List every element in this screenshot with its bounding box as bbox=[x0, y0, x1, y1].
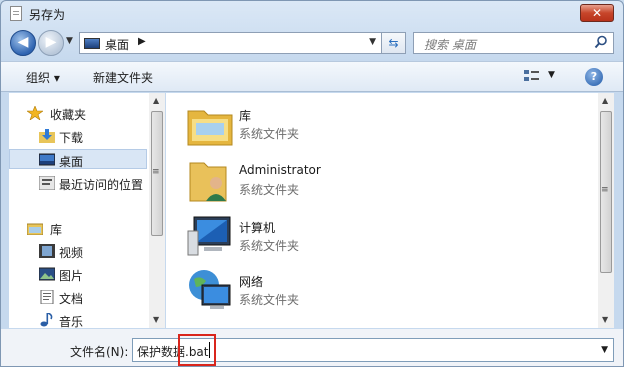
sidebar-item-music[interactable]: 音乐 bbox=[9, 310, 149, 330]
network-icon bbox=[189, 270, 231, 309]
computer-icon bbox=[187, 216, 231, 256]
save-as-dialog: 另存为 ✕ ◀ ▶ ▼ 桌面 ▶ ▼ ⇆ 搜索 桌面 组织 ▾ 新建文件夹 ▼ … bbox=[0, 0, 624, 367]
list-item[interactable]: 计算机 系统文件夹 bbox=[184, 211, 484, 263]
sidebar-item-label: 视频 bbox=[59, 246, 84, 260]
close-button[interactable]: ✕ bbox=[580, 4, 614, 22]
list-item[interactable]: 库 系统文件夹 bbox=[184, 99, 484, 151]
recent-pages-dropdown[interactable]: ▼ bbox=[66, 36, 73, 46]
search-box[interactable]: 搜索 桌面 bbox=[413, 32, 614, 54]
new-folder-button[interactable]: 新建文件夹 bbox=[93, 69, 153, 86]
music-icon bbox=[40, 313, 53, 327]
scroll-down-arrow[interactable]: ▼ bbox=[153, 315, 159, 324]
item-type: 系统文件夹 bbox=[239, 239, 300, 253]
search-input[interactable]: 搜索 桌面 bbox=[424, 36, 476, 53]
pictures-icon bbox=[39, 267, 55, 281]
help-button[interactable]: ? bbox=[585, 68, 603, 86]
sidebar-item-label: 库 bbox=[50, 223, 63, 237]
forward-button[interactable]: ▶ bbox=[38, 30, 64, 56]
title-bar: 另存为 ✕ bbox=[1, 1, 623, 27]
grip-icon: ≡ bbox=[601, 185, 609, 195]
back-button[interactable]: ◀ bbox=[10, 30, 36, 56]
sidebar-item-label: 图片 bbox=[59, 269, 84, 283]
list-item[interactable]: 网络 系统文件夹 bbox=[184, 265, 484, 317]
list-item[interactable]: Administrator 系统文件夹 bbox=[184, 155, 484, 207]
sidebar-item-videos[interactable]: 视频 bbox=[9, 241, 149, 261]
item-type: 系统文件夹 bbox=[239, 127, 300, 141]
user-folder-icon bbox=[189, 162, 227, 202]
item-name: 网络 bbox=[239, 275, 264, 289]
file-list: 库 系统文件夹 Administrator 系统文件夹 计算机 系统文件夹 网络… bbox=[166, 93, 614, 328]
refresh-button[interactable]: ⇆ bbox=[382, 32, 406, 54]
sidebar-item-downloads[interactable]: 下载 bbox=[9, 126, 149, 146]
library-icon bbox=[27, 223, 43, 235]
search-icon[interactable] bbox=[594, 35, 608, 49]
item-name: 库 bbox=[239, 109, 252, 123]
desktop-icon bbox=[39, 153, 55, 166]
address-bar[interactable]: 桌面 ▶ ▼ bbox=[79, 32, 382, 54]
organize-button[interactable]: 组织 ▾ bbox=[26, 69, 60, 86]
views-icon[interactable] bbox=[523, 68, 541, 84]
navigation-row: ◀ ▶ ▼ 桌面 ▶ ▼ ⇆ 搜索 桌面 bbox=[1, 27, 623, 59]
scroll-up-arrow[interactable]: ▲ bbox=[153, 96, 159, 105]
content-scrollbar[interactable]: ▲ ≡ ▼ bbox=[598, 93, 614, 328]
chevron-right-icon[interactable]: ▶ bbox=[138, 36, 146, 47]
item-type: 系统文件夹 bbox=[239, 183, 300, 197]
library-folder-icon bbox=[187, 110, 233, 146]
video-icon bbox=[39, 244, 55, 258]
chevron-down-icon[interactable]: ▼ bbox=[601, 345, 608, 355]
sidebar-scrollbar[interactable]: ▲ ≡ ▼ bbox=[149, 93, 165, 328]
sidebar-item-label: 最近访问的位置 bbox=[59, 178, 144, 192]
documents-icon bbox=[40, 290, 54, 304]
sidebar-item-desktop[interactable]: 桌面 bbox=[9, 149, 147, 169]
address-location[interactable]: 桌面 bbox=[105, 36, 129, 53]
scroll-up-arrow[interactable]: ▲ bbox=[602, 96, 608, 105]
document-icon bbox=[10, 6, 22, 21]
download-folder-icon bbox=[39, 129, 55, 143]
command-bar: 组织 ▾ 新建文件夹 ▼ ? bbox=[1, 61, 623, 92]
sidebar-item-recent-places[interactable]: 最近访问的位置 bbox=[9, 173, 149, 193]
grip-icon: ≡ bbox=[152, 167, 160, 177]
sidebar-item-label: 下载 bbox=[59, 131, 84, 145]
sidebar-item-label: 音乐 bbox=[59, 315, 84, 329]
sidebar-item-label: 文档 bbox=[59, 292, 84, 306]
item-name: 计算机 bbox=[239, 221, 276, 235]
sidebar-item-favorites[interactable]: 收藏夹 bbox=[9, 103, 149, 123]
highlight-box bbox=[178, 334, 216, 366]
views-dropdown[interactable]: ▼ bbox=[548, 70, 555, 80]
sidebar-item-pictures[interactable]: 图片 bbox=[9, 264, 149, 284]
navigation-pane: 收藏夹 下载 桌面 最近访问的位置 库 视频 图片 文档 音乐 ▲ ≡ ▼ bbox=[9, 93, 165, 330]
star-icon bbox=[27, 106, 43, 120]
recent-places-icon bbox=[39, 176, 55, 190]
sidebar-item-label: 收藏夹 bbox=[50, 108, 87, 122]
sidebar-item-libraries[interactable]: 库 bbox=[9, 218, 149, 238]
item-name: Administrator bbox=[239, 163, 321, 177]
sidebar-item-documents[interactable]: 文档 bbox=[9, 287, 149, 307]
window-title: 另存为 bbox=[29, 8, 66, 22]
item-type: 系统文件夹 bbox=[239, 293, 300, 307]
address-dropdown[interactable]: ▼ bbox=[369, 37, 376, 47]
refresh-icon: ⇆ bbox=[388, 36, 399, 50]
sidebar-item-label: 桌面 bbox=[59, 155, 84, 169]
scroll-down-arrow[interactable]: ▼ bbox=[602, 315, 608, 324]
filename-row: 文件名(N): 保护数据.bat ▼ bbox=[1, 329, 623, 366]
filename-label: 文件名(N): bbox=[70, 345, 129, 359]
desktop-icon bbox=[84, 38, 100, 49]
